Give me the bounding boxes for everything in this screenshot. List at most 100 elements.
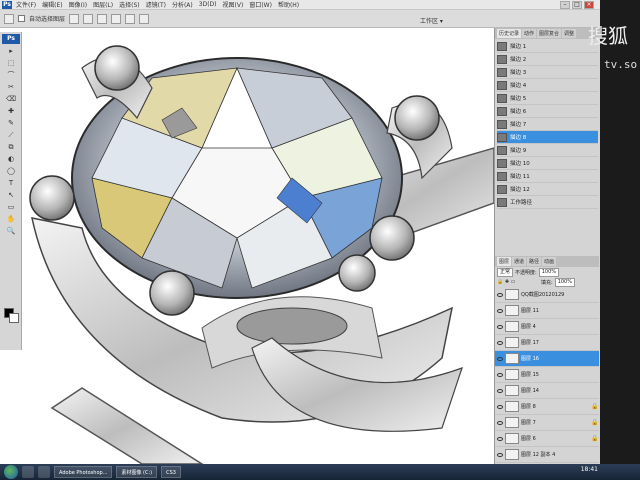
visibility-eye-icon[interactable]	[497, 292, 503, 297]
layer-row-selected[interactable]: 图层 16	[495, 351, 599, 367]
visibility-eye-icon[interactable]	[497, 308, 503, 313]
visibility-eye-icon[interactable]	[497, 340, 503, 345]
taskbar-photoshop[interactable]: Adobe Photoshop...	[54, 466, 113, 478]
history-item-selected[interactable]: 描边 8	[497, 131, 598, 144]
tab-actions[interactable]: 动作	[522, 29, 537, 38]
menu-window[interactable]: 窗口(W)	[247, 0, 274, 9]
visibility-eye-icon[interactable]	[497, 356, 503, 361]
history-item[interactable]: 描边 11	[497, 170, 598, 183]
align-left-icon[interactable]	[111, 13, 122, 24]
menu-3d[interactable]: 3D(D)	[197, 1, 219, 8]
media-icon[interactable]	[38, 466, 50, 478]
history-item[interactable]: 描边 10	[497, 157, 598, 170]
layer-thumbnail	[505, 401, 519, 412]
workspace-switcher[interactable]: 工作区 ▾	[420, 16, 443, 25]
layer-row[interactable]: 图层 15	[495, 367, 599, 383]
dodge-tool-icon[interactable]: ◐	[4, 154, 18, 164]
layer-row[interactable]: 图层 8 🔒	[495, 399, 599, 415]
explorer-icon[interactable]	[22, 466, 34, 478]
history-item[interactable]: 描边 7	[497, 118, 598, 131]
align-right-icon[interactable]	[139, 13, 150, 24]
menu-image[interactable]: 图像(I)	[67, 0, 89, 9]
history-item[interactable]: 描边 12	[497, 183, 598, 196]
minimize-button[interactable]: –	[560, 1, 570, 9]
tab-channels[interactable]: 通道	[512, 257, 527, 266]
opacity-field[interactable]: 100%	[538, 267, 559, 277]
type-tool-icon[interactable]: T	[4, 178, 18, 188]
menu-select[interactable]: 选择(S)	[117, 0, 142, 9]
path-select-tool-icon[interactable]: ↖	[4, 190, 18, 200]
layer-thumbnail	[505, 417, 519, 428]
layer-row[interactable]: 图层 11	[495, 303, 599, 319]
taskbar-cs3[interactable]: CS3	[161, 466, 181, 478]
clone-stamp-tool-icon[interactable]: ⧉	[4, 142, 18, 152]
align-top-icon[interactable]	[69, 13, 80, 24]
pen-line-tool-icon[interactable]: ⟋	[4, 130, 18, 140]
brush-tool-icon[interactable]: ✎	[4, 118, 18, 128]
tab-layer-comps[interactable]: 图层复合	[537, 29, 562, 38]
history-item[interactable]: 描边 1	[497, 40, 598, 53]
align-middle-icon[interactable]	[83, 13, 94, 24]
history-item[interactable]: 描边 3	[497, 66, 598, 79]
rectangle-tool-icon[interactable]: ▭	[4, 202, 18, 212]
eraser-tool-icon[interactable]: ⌫	[4, 94, 18, 104]
menu-edit[interactable]: 编辑(E)	[40, 0, 64, 9]
menu-filter[interactable]: 滤镜(T)	[144, 0, 168, 9]
layer-row[interactable]: 图层 12 副本 4	[495, 447, 599, 463]
tab-animation[interactable]: 动画	[542, 257, 557, 266]
history-item-label: 工作路径	[510, 200, 533, 206]
fill-field[interactable]: 100%	[554, 277, 575, 287]
layer-row[interactable]: 图层 6 🔒	[495, 431, 599, 447]
visibility-eye-icon[interactable]	[497, 452, 503, 457]
tab-paths[interactable]: 路径	[527, 257, 542, 266]
menu-help[interactable]: 帮助(H)	[276, 0, 301, 9]
marquee-tool-icon[interactable]: ⬚	[4, 58, 18, 68]
layer-row[interactable]: 图层 7 🔒	[495, 415, 599, 431]
tab-layers[interactable]: 图层	[497, 257, 512, 266]
lasso-tool-icon[interactable]: ⌒	[4, 70, 18, 80]
maximize-button[interactable]: □	[572, 1, 582, 9]
auto-select-checkbox[interactable]	[18, 15, 25, 22]
layer-thumbnail	[505, 305, 519, 316]
menu-layer[interactable]: 图层(L)	[91, 0, 115, 9]
healing-tool-icon[interactable]: ✚	[4, 106, 18, 116]
history-item[interactable]: 描边 5	[497, 92, 598, 105]
layer-row[interactable]: QQ截图20120129	[495, 287, 599, 303]
fill-label: 填充:	[541, 279, 553, 286]
history-item[interactable]: 描边 9	[497, 144, 598, 157]
visibility-eye-icon[interactable]	[497, 372, 503, 377]
move-tool-preset-icon[interactable]	[4, 13, 14, 24]
history-item[interactable]: 描边 2	[497, 53, 598, 66]
tab-adjustments[interactable]: 调整	[562, 29, 577, 38]
hand-tool-icon[interactable]: ✋	[4, 214, 18, 224]
align-bottom-icon[interactable]	[97, 13, 108, 24]
layer-row[interactable]: 图层 17	[495, 335, 599, 351]
history-item[interactable]: 描边 6	[497, 105, 598, 118]
visibility-eye-icon[interactable]	[497, 404, 503, 409]
history-item[interactable]: 描边 4	[497, 79, 598, 92]
layer-name: 图层 12 副本 4	[521, 452, 556, 458]
align-center-icon[interactable]	[125, 13, 136, 24]
visibility-eye-icon[interactable]	[497, 388, 503, 393]
zoom-tool-icon[interactable]: 🔍	[4, 226, 18, 236]
menu-view[interactable]: 视图(V)	[221, 0, 246, 9]
menu-file[interactable]: 文件(F)	[14, 0, 38, 9]
menu-analysis[interactable]: 分析(A)	[170, 0, 195, 9]
history-item[interactable]: 工作路径	[497, 196, 598, 209]
system-clock[interactable]: 18:41	[581, 466, 598, 473]
blend-mode-select[interactable]: 正常	[497, 267, 514, 277]
tab-history[interactable]: 历史记录	[497, 29, 522, 38]
layer-row[interactable]: 图层 14	[495, 383, 599, 399]
start-button-icon[interactable]	[4, 465, 18, 479]
visibility-eye-icon[interactable]	[497, 420, 503, 425]
layer-row[interactable]: 图层 4	[495, 319, 599, 335]
visibility-eye-icon[interactable]	[497, 324, 503, 329]
visibility-eye-icon[interactable]	[497, 436, 503, 441]
background-color-swatch[interactable]	[9, 313, 19, 323]
taskbar-folder[interactable]: 素材图像 (C:)	[116, 466, 158, 478]
crop-tool-icon[interactable]: ✂	[4, 82, 18, 92]
ellipse-tool-icon[interactable]: ◯	[4, 166, 18, 176]
move-tool-icon[interactable]: ▸	[4, 46, 18, 56]
close-button[interactable]: ×	[584, 1, 594, 9]
document-canvas[interactable]	[22, 28, 494, 464]
